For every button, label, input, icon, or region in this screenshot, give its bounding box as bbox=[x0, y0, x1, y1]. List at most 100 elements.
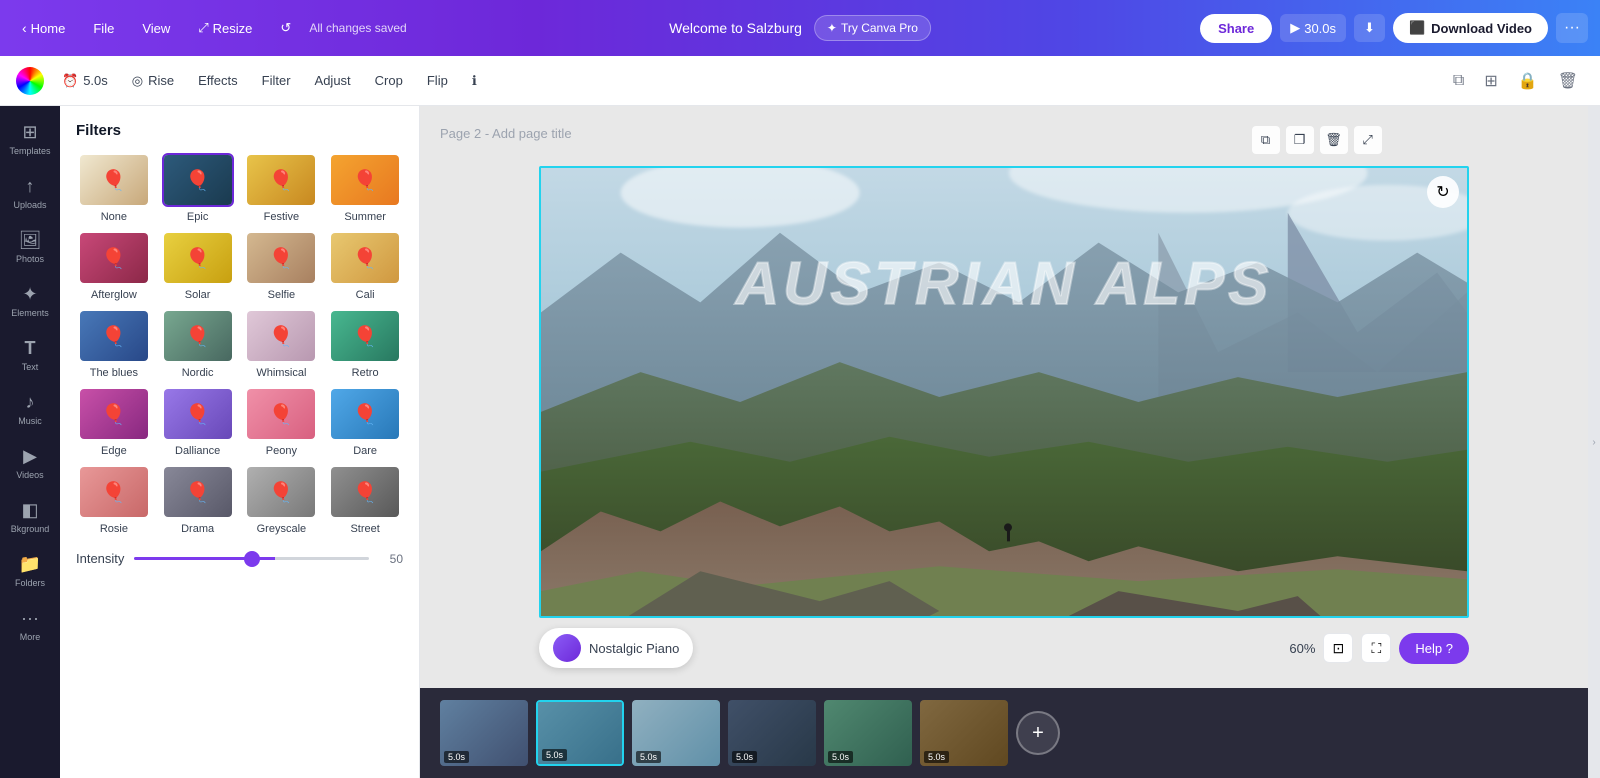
page-title: Welcome to Salzburg bbox=[669, 20, 802, 36]
filter-edge[interactable]: 🎈 Edge bbox=[76, 387, 152, 457]
top-navigation: ‹ Home File View ⤢ Resize ↺ All changes … bbox=[0, 0, 1600, 56]
lock-button[interactable]: 🔒 bbox=[1512, 65, 1544, 97]
sidebar-item-background[interactable]: ◧ Bkground bbox=[4, 492, 56, 542]
adjust-button[interactable]: Adjust bbox=[305, 67, 361, 94]
nav-right-actions: Share ▶ 30.0s ⬇ ⬛ Download Video ··· bbox=[1200, 13, 1588, 43]
info-button[interactable]: ℹ bbox=[462, 67, 487, 95]
flip-button[interactable]: Flip bbox=[417, 67, 458, 94]
chevron-left-icon: ‹ bbox=[22, 20, 27, 36]
filter-dare[interactable]: 🎈 Dare bbox=[327, 387, 403, 457]
filter-epic[interactable]: 🎈 Epic bbox=[160, 153, 236, 223]
sidebar-item-uploads[interactable]: ↑ Uploads bbox=[4, 168, 56, 218]
home-button[interactable]: ‹ Home bbox=[12, 14, 75, 42]
filter-summer[interactable]: 🎈 Summer bbox=[327, 153, 403, 223]
timeline-thumb-1[interactable]: 5.0s bbox=[440, 700, 528, 766]
canvas-frame[interactable]: AUSTRIAN ALPS ↻ bbox=[539, 166, 1469, 618]
filter-rosie[interactable]: 🎈 Rosie bbox=[76, 465, 152, 535]
timeline-thumb-5[interactable]: 5.0s bbox=[824, 700, 912, 766]
music-badge[interactable]: Nostalgic Piano bbox=[539, 628, 693, 668]
filter-solar[interactable]: 🎈 Solar bbox=[160, 231, 236, 301]
sidebar-item-templates[interactable]: ⊞ Templates bbox=[4, 114, 56, 164]
copy-frame-button[interactable]: ⧉ bbox=[1252, 126, 1280, 154]
filter-nordic[interactable]: 🎈 Nordic bbox=[160, 309, 236, 379]
thumb-label-3: 5.0s bbox=[636, 751, 661, 763]
crop-button[interactable]: Crop bbox=[365, 67, 413, 94]
timeline-thumb-2[interactable]: 5.0s bbox=[536, 700, 624, 766]
filter-selfie[interactable]: 🎈 Selfie bbox=[244, 231, 320, 301]
color-wheel-button[interactable] bbox=[16, 67, 44, 95]
page-label-suffix: - Add page title bbox=[481, 126, 571, 141]
thumb-label-2: 5.0s bbox=[542, 749, 567, 761]
rise-button[interactable]: ◎ Rise bbox=[122, 67, 184, 95]
download-video-button[interactable]: ⬛ Download Video bbox=[1393, 13, 1548, 43]
grid-view-button[interactable]: ⊞ bbox=[1478, 65, 1503, 97]
thumb-label-4: 5.0s bbox=[732, 751, 757, 763]
undo-button[interactable]: ↺ bbox=[270, 14, 301, 42]
zoom-controls: 60% ⊡ ⛶ Help ? bbox=[1289, 633, 1469, 664]
sidebar-item-folders[interactable]: 📁 Folders bbox=[4, 546, 56, 596]
filter-none[interactable]: 🎈 None bbox=[76, 153, 152, 223]
filter-greyscale[interactable]: 🎈 Greyscale bbox=[244, 465, 320, 535]
intensity-row: Intensity 50 bbox=[76, 551, 403, 566]
music-icon: ♪ bbox=[26, 392, 35, 413]
thumb-label-1: 5.0s bbox=[444, 751, 469, 763]
sidebar-item-photos[interactable]: 🖼 Photos bbox=[4, 222, 56, 272]
sidebar-item-music[interactable]: ♪ Music bbox=[4, 384, 56, 434]
effects-button[interactable]: Effects bbox=[188, 67, 248, 94]
sidebar-item-videos[interactable]: ▶ Videos bbox=[4, 438, 56, 488]
timeline-thumb-6[interactable]: 5.0s bbox=[920, 700, 1008, 766]
filters-panel: Filters 🎈 None 🎈 Epic 🎈 Fes bbox=[60, 106, 420, 778]
share-button[interactable]: Share bbox=[1200, 14, 1272, 43]
resize-button[interactable]: ⤢ Resize bbox=[188, 14, 262, 42]
thumb-label-5: 5.0s bbox=[828, 751, 853, 763]
filter-drama[interactable]: 🎈 Drama bbox=[160, 465, 236, 535]
rotate-button[interactable]: ↻ bbox=[1427, 176, 1459, 208]
delete-frame-button[interactable]: 🗑 bbox=[1320, 126, 1348, 154]
view-button[interactable]: View bbox=[132, 15, 180, 42]
sidebar-item-more[interactable]: ··· More bbox=[4, 600, 56, 650]
rise-icon: ◎ bbox=[132, 73, 143, 89]
expand-frame-button[interactable]: ⤢ bbox=[1354, 126, 1382, 154]
info-icon: ℹ bbox=[472, 73, 477, 89]
right-collapse-handle[interactable]: › bbox=[1588, 106, 1600, 778]
text-icon: T bbox=[25, 338, 36, 359]
filter-cali[interactable]: 🎈 Cali bbox=[327, 231, 403, 301]
filter-peony[interactable]: 🎈 Peony bbox=[244, 387, 320, 457]
filter-blues[interactable]: 🎈 The blues bbox=[76, 309, 152, 379]
sidebar-item-text[interactable]: T Text bbox=[4, 330, 56, 380]
sidebar-item-elements[interactable]: ✦ Elements bbox=[4, 276, 56, 326]
filter-festive[interactable]: 🎈 Festive bbox=[244, 153, 320, 223]
timeline-thumb-4[interactable]: 5.0s bbox=[728, 700, 816, 766]
filter-settings-button[interactable]: ⧉ bbox=[1447, 66, 1470, 96]
timeline: 5.0s 5.0s 5.0s 5.0s 5.0s 5.0s + bbox=[420, 688, 1588, 778]
duration-toolbar-button[interactable]: ⏰ 5.0s bbox=[52, 67, 118, 95]
duplicate-frame-button[interactable]: ❐ bbox=[1286, 126, 1314, 154]
filter-afterglow[interactable]: 🎈 Afterglow bbox=[76, 231, 152, 301]
canvas-title: AUSTRIAN ALPS bbox=[736, 249, 1272, 318]
download-icon-button[interactable]: ⬇ bbox=[1354, 14, 1385, 42]
page-label: Page 2 - Add page title ⧉ ❐ 🗑 ⤢ bbox=[440, 126, 1382, 154]
uploads-icon: ↑ bbox=[26, 176, 35, 197]
intensity-slider[interactable] bbox=[134, 557, 369, 560]
try-canva-pro-button[interactable]: ✦ Try Canva Pro bbox=[814, 15, 931, 41]
help-button[interactable]: Help ? bbox=[1399, 633, 1469, 664]
resize-icon: ⤢ bbox=[198, 20, 208, 36]
fit-screen-button[interactable]: ⊡ bbox=[1323, 633, 1353, 663]
add-page-button[interactable]: + bbox=[1016, 711, 1060, 755]
video-icon: ⬛ bbox=[1409, 20, 1425, 36]
trash-button[interactable]: 🗑 bbox=[1552, 65, 1584, 97]
filter-street[interactable]: 🎈 Street bbox=[327, 465, 403, 535]
filter-retro[interactable]: 🎈 Retro bbox=[327, 309, 403, 379]
duration-button[interactable]: ▶ 30.0s bbox=[1280, 14, 1346, 42]
background-icon: ◧ bbox=[21, 500, 38, 521]
filters-title: Filters bbox=[76, 122, 403, 139]
file-button[interactable]: File bbox=[83, 15, 124, 42]
filter-button[interactable]: Filter bbox=[252, 67, 301, 94]
main-layout: ⊞ Templates ↑ Uploads 🖼 Photos ✦ Element… bbox=[0, 106, 1600, 778]
filter-whimsical[interactable]: 🎈 Whimsical bbox=[244, 309, 320, 379]
timeline-thumb-3[interactable]: 5.0s bbox=[632, 700, 720, 766]
fullscreen-button[interactable]: ⛶ bbox=[1361, 633, 1391, 663]
photos-icon: 🖼 bbox=[19, 230, 42, 251]
filter-dalliance[interactable]: 🎈 Dalliance bbox=[160, 387, 236, 457]
more-options-button[interactable]: ··· bbox=[1556, 13, 1588, 43]
